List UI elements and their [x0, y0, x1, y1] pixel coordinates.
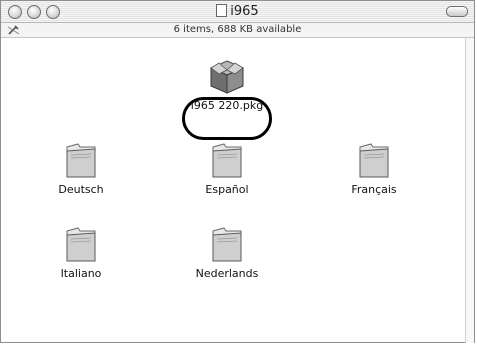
window-title-text: i965	[230, 4, 259, 19]
annotation-circle	[182, 97, 272, 140]
no-write-icon	[7, 25, 20, 35]
folder-item[interactable]: Deutsch	[31, 141, 131, 196]
toolbar-toggle-button[interactable]	[446, 6, 468, 17]
folder-icon	[66, 227, 96, 262]
folder-icon	[212, 143, 242, 178]
folder-label: Italiano	[60, 267, 102, 280]
folder-item[interactable]: Nederlands	[177, 225, 277, 280]
status-bar: 6 items, 688 KB available	[1, 23, 474, 38]
finder-window: i965 6 items, 688 KB available i965 220.…	[0, 0, 475, 343]
folder-icon	[66, 143, 96, 178]
folder-icon	[359, 143, 389, 178]
folder-label: Français	[351, 183, 397, 196]
folder-label: Deutsch	[58, 183, 104, 196]
window-title: i965	[1, 4, 474, 19]
folder-item[interactable]: Español	[177, 141, 277, 196]
folder-icon	[212, 227, 242, 262]
package-box-icon	[209, 60, 245, 94]
title-bar[interactable]: i965	[1, 1, 474, 23]
folder-label: Español	[205, 183, 249, 196]
folder-item[interactable]: Français	[324, 141, 424, 196]
folder-item[interactable]: Italiano	[31, 225, 131, 280]
folder-contents: i965 220.pkg Deutsch Español Français It…	[1, 39, 474, 342]
folder-label: Nederlands	[195, 267, 259, 280]
status-text: 6 items, 688 KB available	[173, 24, 302, 35]
folder-proxy-icon[interactable]	[216, 4, 228, 17]
vertical-scrollbar[interactable]	[465, 38, 474, 343]
